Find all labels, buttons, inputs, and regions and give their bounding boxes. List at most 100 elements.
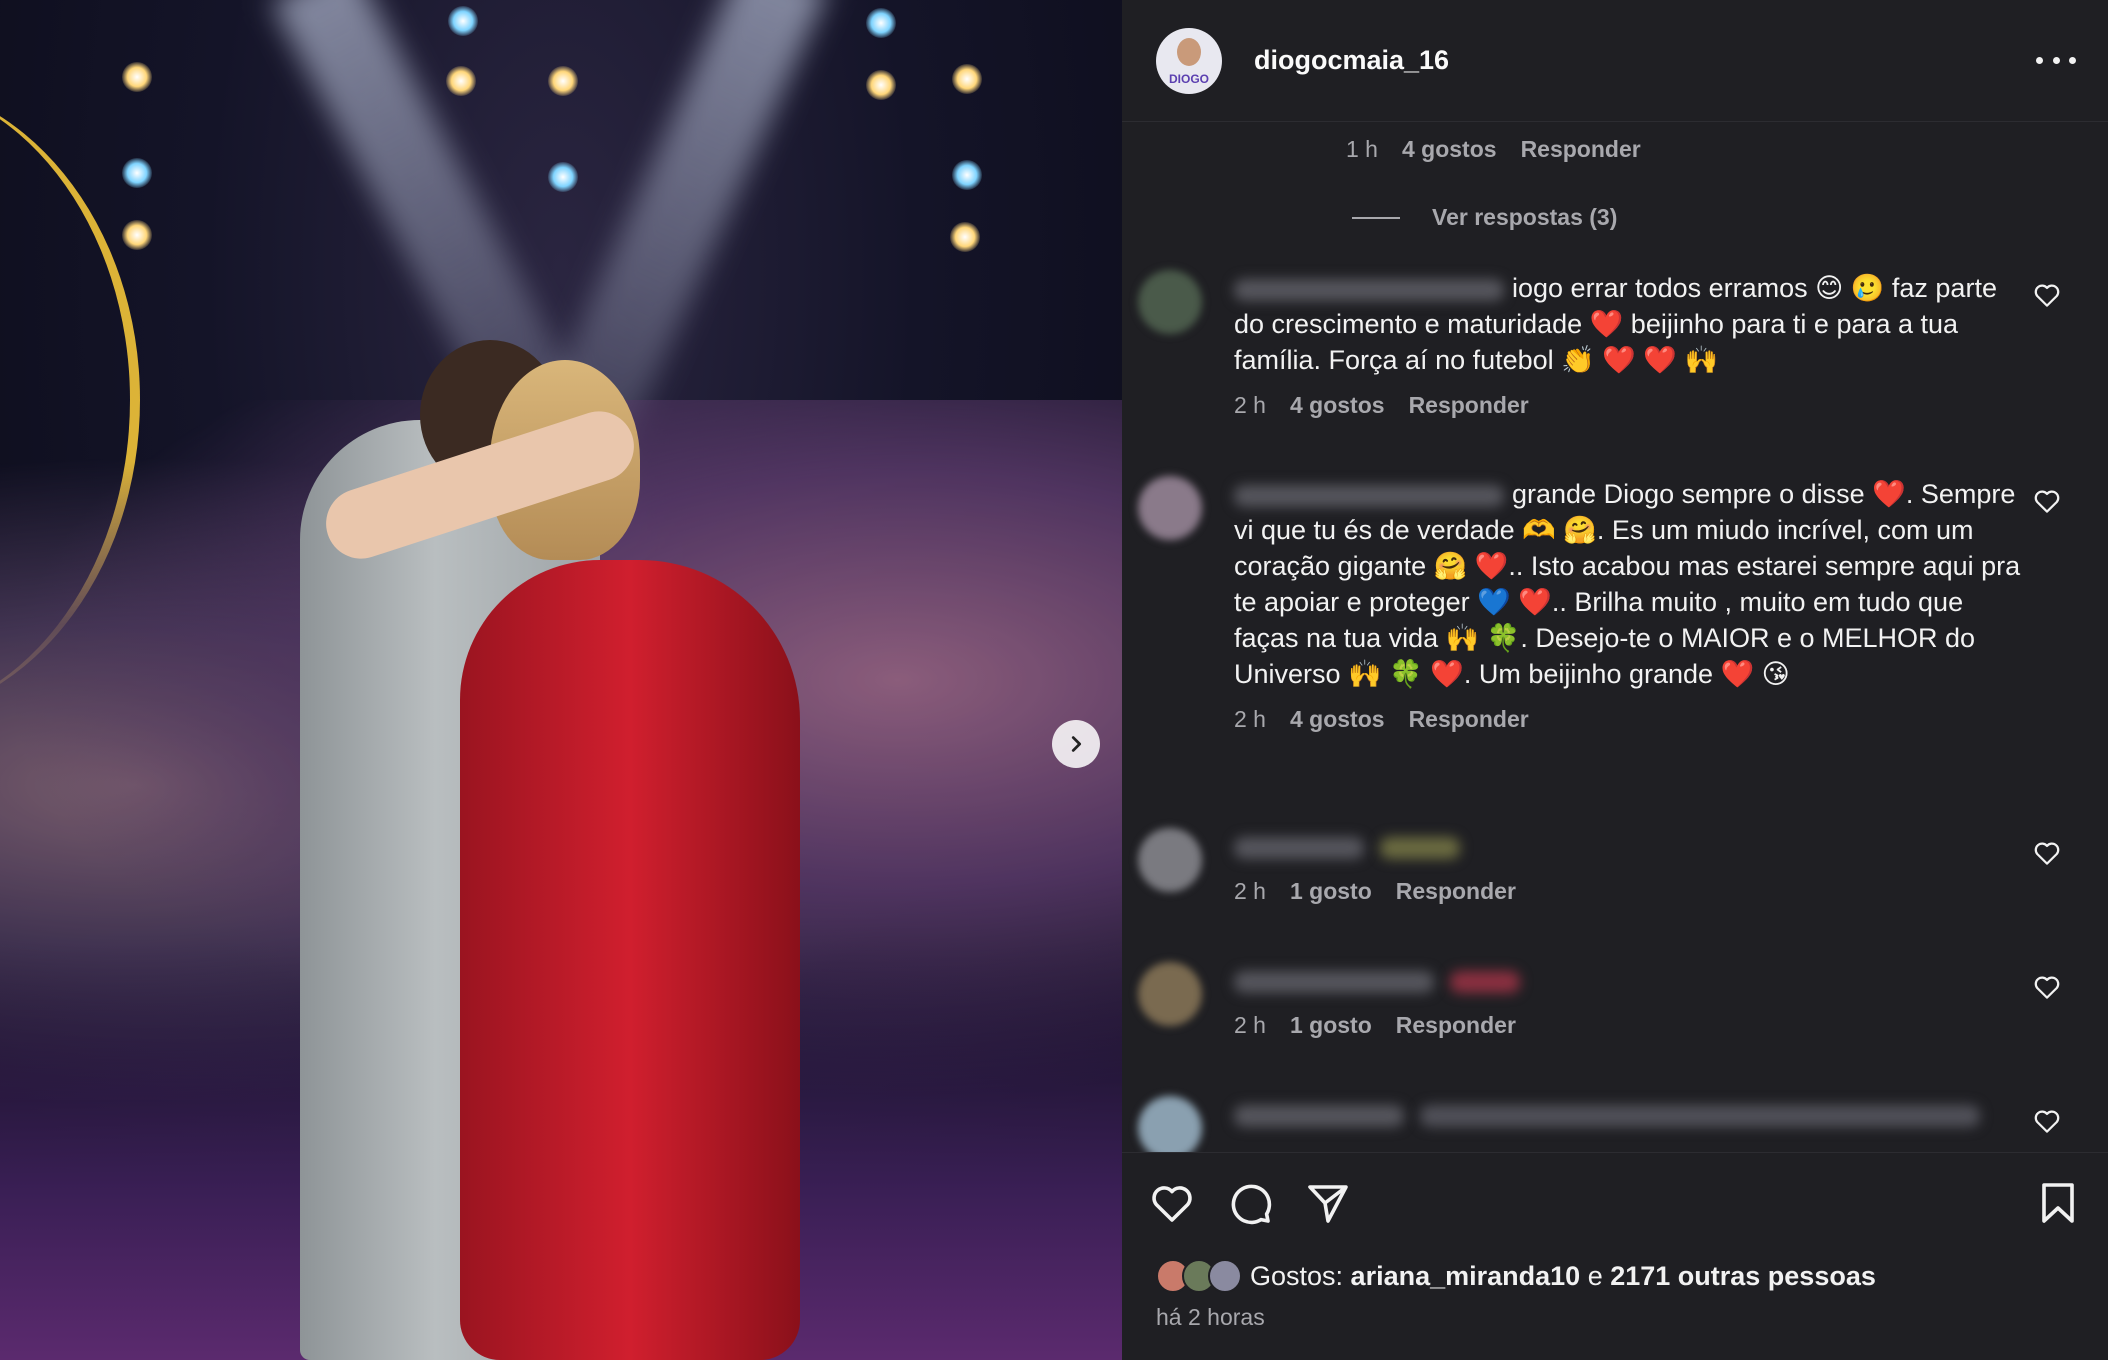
commenter-avatar[interactable] <box>1138 1096 1202 1152</box>
stage-spotlight <box>866 8 896 38</box>
comment-time: 2 h <box>1234 1012 1266 1038</box>
heart-outline-icon <box>2034 490 2060 513</box>
reply-button[interactable]: Responder <box>1409 706 1529 733</box>
bookmark-icon <box>2042 1182 2074 1223</box>
liker-username[interactable]: ariana_miranda10 <box>1351 1261 1581 1291</box>
commenter-avatar[interactable] <box>1138 476 1202 540</box>
post-actions <box>1122 1152 2108 1252</box>
comment-time: 2 h <box>1234 706 1266 732</box>
likes-summary: Gostos: ariana_miranda10 e 2171 outras p… <box>1122 1252 2108 1300</box>
comment-body: iogo errar todos erramos 😊 🥲 faz parte d… <box>1234 270 2024 419</box>
comment-likes[interactable]: 1 gosto <box>1290 1012 1372 1039</box>
view-replies-button[interactable]: Ver respostas (3) <box>1352 204 1617 231</box>
reply-button[interactable]: Responder <box>1396 1012 1516 1039</box>
comment-body <box>1234 1096 2024 1152</box>
commenter-avatar[interactable] <box>1138 828 1202 892</box>
stage-spotlight <box>548 66 578 96</box>
author-username[interactable]: diogocmaia_16 <box>1254 45 2036 76</box>
comment-body: grande Diogo sempre o disse ❤️. Sempre v… <box>1234 476 2024 733</box>
commenter-avatar[interactable] <box>1138 962 1202 1026</box>
replies-divider <box>1352 216 1400 219</box>
post-sidebar: DIOGO diogocmaia_16 1 h 4 gostos Respond… <box>1122 0 2108 1360</box>
comment-likes[interactable]: 4 gostos <box>1290 392 1385 419</box>
avatar-tag: DIOGO <box>1168 71 1209 86</box>
comment-text <box>1234 1096 2024 1132</box>
like-comment-button[interactable] <box>2032 1106 2062 1136</box>
instagram-post-modal: DIOGO diogocmaia_16 1 h 4 gostos Respond… <box>0 0 2108 1360</box>
stage-spotlight <box>952 160 982 190</box>
like-post-button[interactable] <box>1144 1175 1200 1231</box>
comment-bubble-icon <box>1231 1184 1272 1224</box>
comment-text <box>1234 962 2024 998</box>
commenter-avatar[interactable] <box>1138 270 1202 334</box>
next-image-button[interactable] <box>1052 720 1100 768</box>
comment-meta: 2 h 1 gosto Responder <box>1234 1012 2024 1039</box>
stage-spotlight <box>448 6 478 36</box>
stage-spotlight <box>866 70 896 100</box>
stage-spotlight <box>952 64 982 94</box>
comment-time: 1 h <box>1346 136 1378 162</box>
comment-likes[interactable]: 4 gostos <box>1290 706 1385 733</box>
comment-text: iogo errar todos erramos 😊 🥲 faz parte d… <box>1234 273 1997 375</box>
stage-spotlight <box>122 158 152 188</box>
comment: 2 h 1 gosto Responder <box>1122 962 2076 1039</box>
comment-likes[interactable]: 4 gostos <box>1402 136 1497 163</box>
post-header: DIOGO diogocmaia_16 <box>1122 0 2108 122</box>
commenter-username[interactable] <box>1234 836 1364 859</box>
comment-body: 2 h 1 gosto Responder <box>1234 962 2024 1039</box>
heart-outline-icon <box>1152 1185 1192 1222</box>
stage-spotlight <box>122 220 152 250</box>
view-replies-label: Ver respostas (3) <box>1432 204 1618 230</box>
blurred-comment-text <box>1419 1104 1980 1127</box>
chevron-right-icon <box>1071 736 1082 752</box>
post-photo[interactable] <box>0 0 1122 1360</box>
liker-avatars[interactable] <box>1156 1259 1242 1293</box>
post-timestamp: há 2 horas <box>1156 1304 1265 1330</box>
heart-outline-icon <box>2034 1110 2060 1133</box>
comments-list[interactable]: 1 h 4 gostos Responder Ver respostas (3)… <box>1122 122 2108 1152</box>
reply-button[interactable]: Responder <box>1521 136 1641 163</box>
comment-meta: 2 h 4 gostos Responder <box>1234 392 2024 419</box>
comment: grande Diogo sempre o disse ❤️. Sempre v… <box>1122 476 2076 733</box>
comment-text: grande Diogo sempre o disse ❤️. Sempre v… <box>1234 479 2021 689</box>
comment: iogo errar todos erramos 😊 🥲 faz parte d… <box>1122 270 2076 419</box>
save-post-button[interactable] <box>2030 1175 2086 1231</box>
comment-text <box>1234 828 2024 864</box>
like-comment-button[interactable] <box>2032 972 2062 1002</box>
stage-spotlight <box>122 62 152 92</box>
heart-outline-icon <box>2034 842 2060 865</box>
paper-plane-icon <box>1308 1184 1348 1223</box>
liker-avatar <box>1208 1259 1242 1293</box>
reply-button[interactable]: Responder <box>1409 392 1529 419</box>
stage-spotlight <box>446 66 476 96</box>
comment: 2 h 1 gosto Responder <box>1122 828 2076 905</box>
comment-meta: 1 h 4 gostos Responder <box>1346 136 1641 163</box>
commenter-username[interactable] <box>1234 278 1504 301</box>
comment-meta: 2 h 1 gosto Responder <box>1234 878 2024 905</box>
more-options-icon[interactable] <box>2036 46 2076 76</box>
commenter-username[interactable] <box>1234 970 1434 993</box>
other-likers-link[interactable]: 2171 outras pessoas <box>1610 1261 1876 1291</box>
comment-body: 2 h 1 gosto Responder <box>1234 828 2024 905</box>
commenter-username[interactable] <box>1234 1104 1404 1127</box>
comment-likes[interactable]: 1 gosto <box>1290 878 1372 905</box>
author-avatar[interactable]: DIOGO <box>1156 27 1222 94</box>
avatar-face <box>1177 37 1201 66</box>
share-button[interactable] <box>1300 1175 1356 1231</box>
comment-time: 2 h <box>1234 878 1266 904</box>
reply-button[interactable]: Responder <box>1396 878 1516 905</box>
blurred-comment-text <box>1449 970 1520 993</box>
stage-spotlight <box>950 222 980 252</box>
woman-in-red-dress <box>460 560 800 1360</box>
comment-time: 2 h <box>1234 392 1266 418</box>
likes-text: Gostos: ariana_miranda10 e 2171 outras p… <box>1250 1260 1876 1291</box>
comment-button[interactable] <box>1222 1175 1278 1231</box>
like-comment-button[interactable] <box>2032 838 2062 868</box>
stage-spotlight <box>548 162 578 192</box>
like-comment-button[interactable] <box>2032 486 2062 516</box>
like-comment-button[interactable] <box>2032 280 2062 310</box>
comment <box>1122 1096 2076 1152</box>
commenter-username[interactable] <box>1234 484 1504 507</box>
blurred-comment-text <box>1379 836 1460 859</box>
heart-outline-icon <box>2034 976 2060 999</box>
